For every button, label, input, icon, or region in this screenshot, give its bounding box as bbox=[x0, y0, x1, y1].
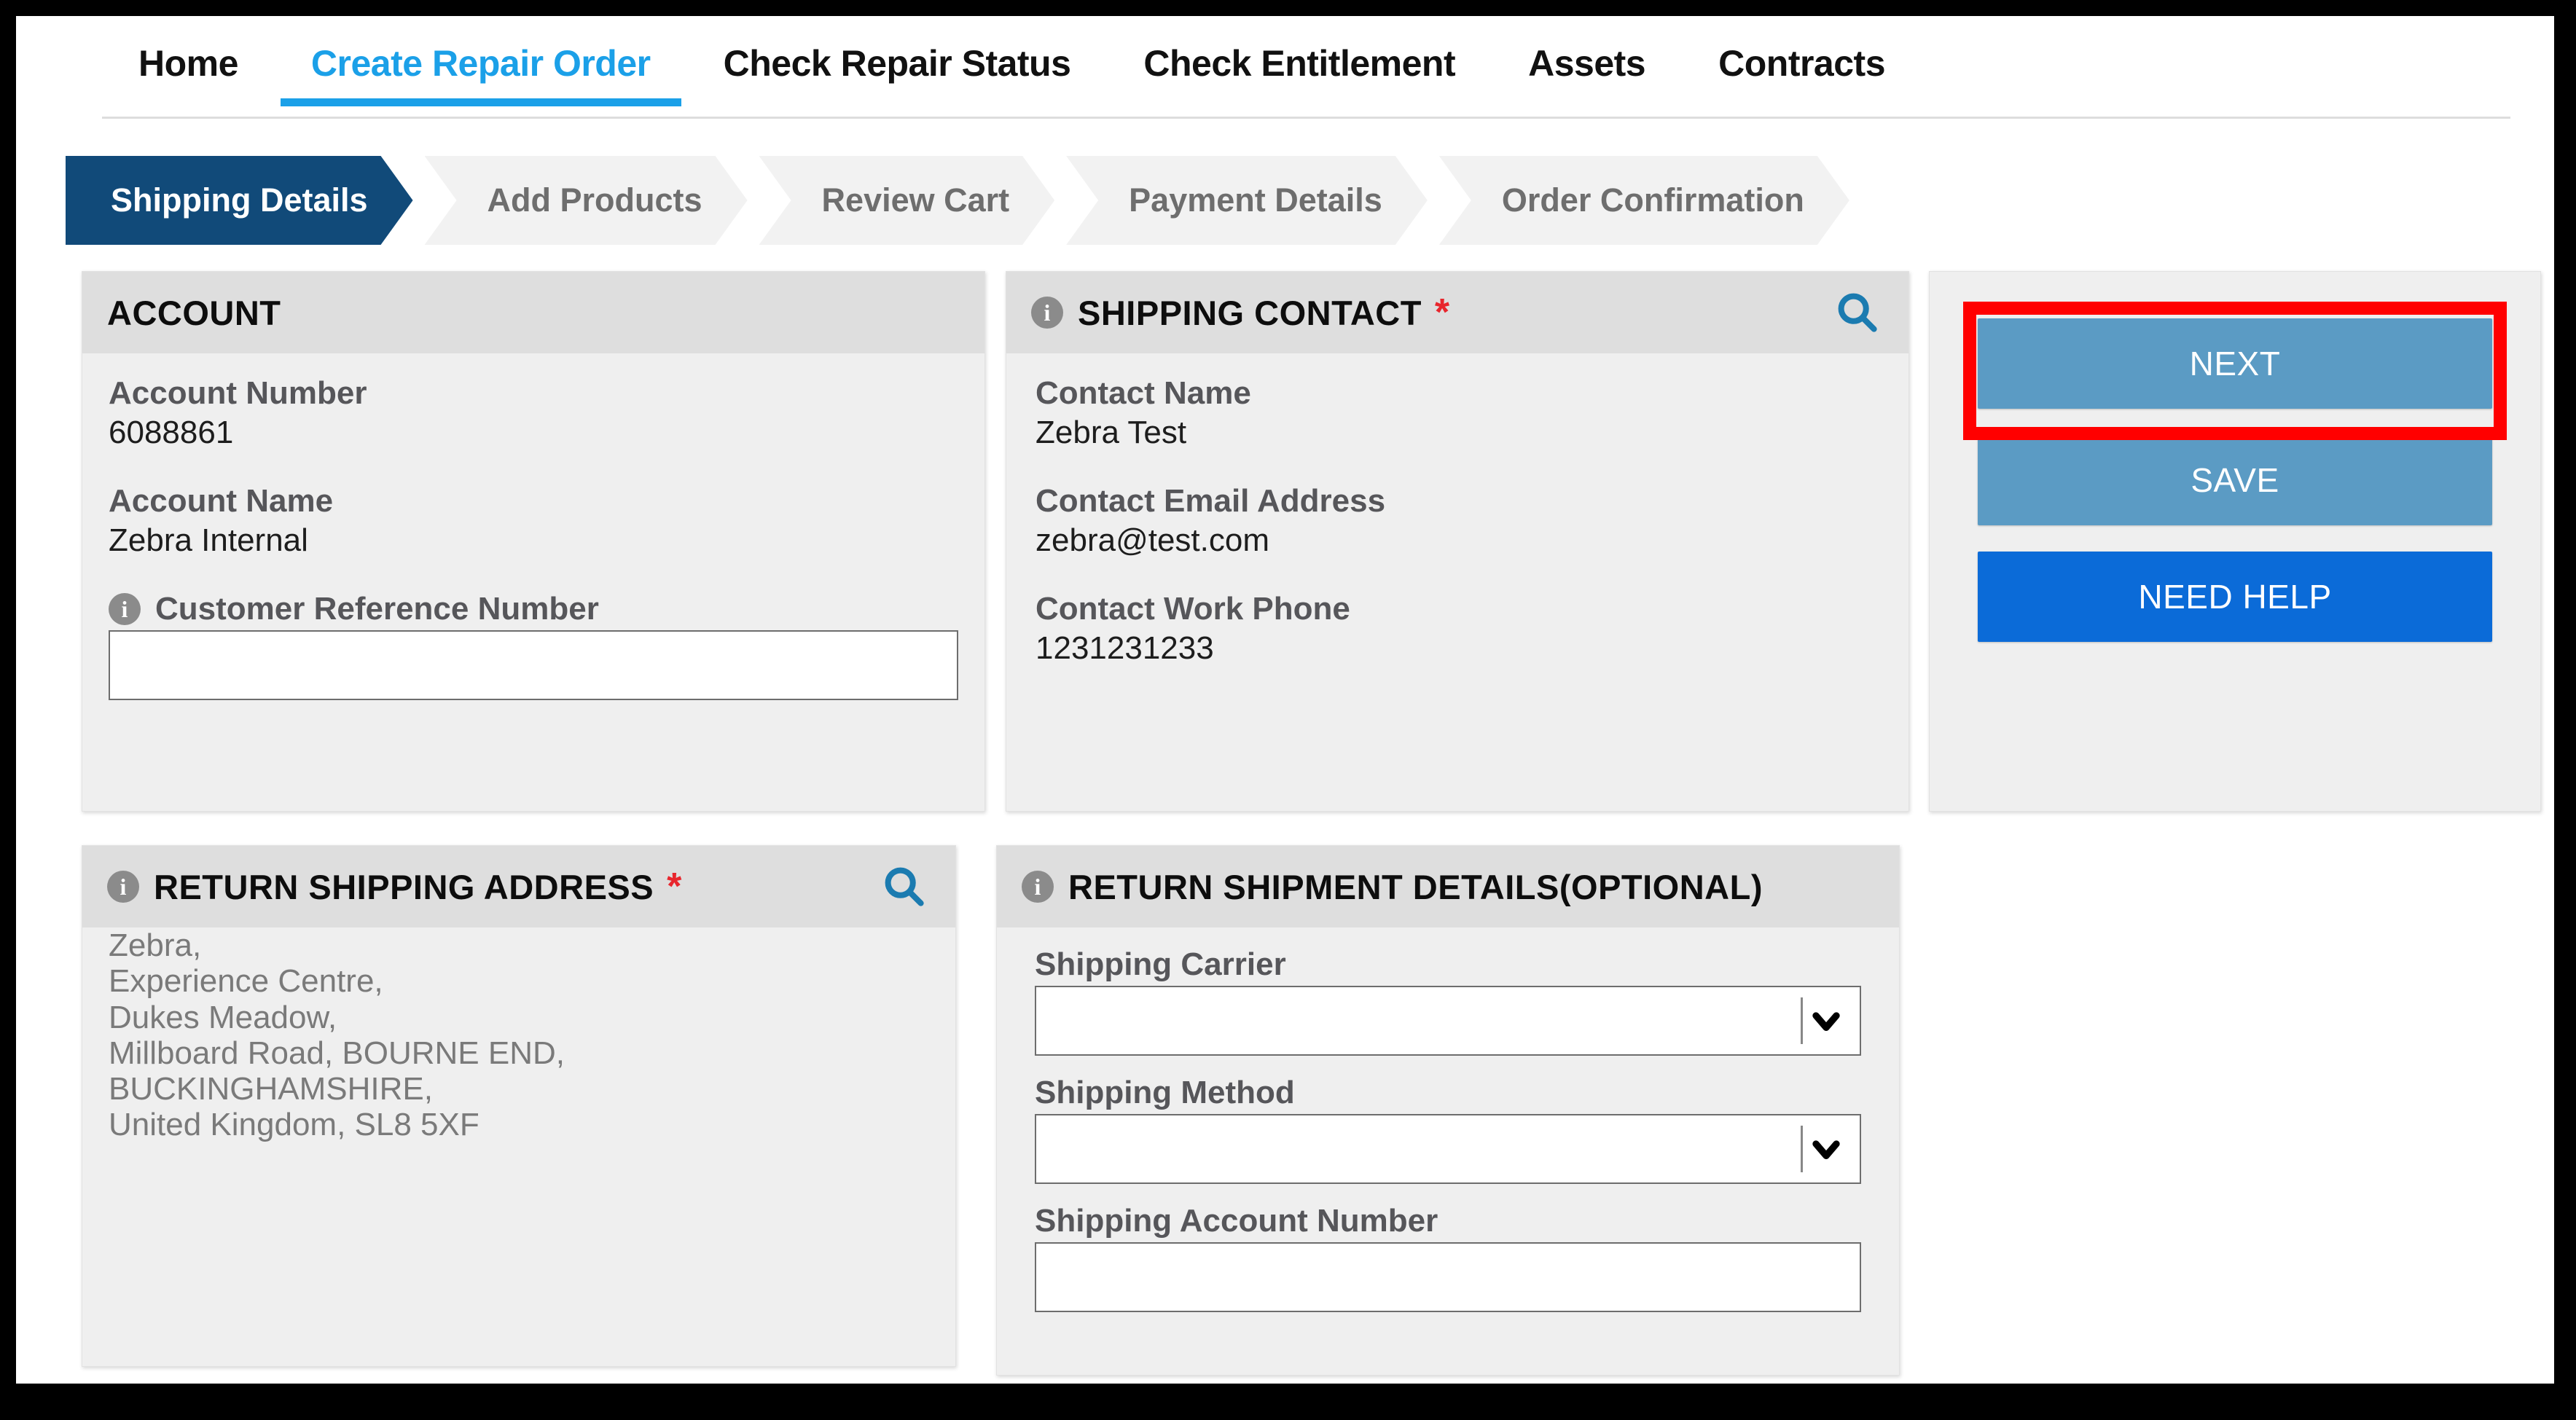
address-line: Zebra, bbox=[109, 927, 202, 963]
checkout-step-breadcrumb: Shipping Details Add Products Review Car… bbox=[66, 156, 1861, 245]
need-help-button[interactable]: NEED HELP bbox=[1978, 552, 2492, 642]
required-marker: * bbox=[667, 866, 682, 908]
account-card-title: ACCOUNT bbox=[107, 293, 281, 332]
shipping-details-form: ACCOUNT Account Number 6088861 Account N… bbox=[16, 256, 2554, 1384]
nav-divider bbox=[102, 117, 2510, 119]
shipping-account-number-label: Shipping Account Number bbox=[1035, 1203, 1438, 1239]
info-icon[interactable]: i bbox=[107, 871, 139, 903]
info-icon[interactable]: i bbox=[1031, 297, 1063, 329]
account-name-label: Account Name bbox=[109, 483, 334, 519]
shipping-contact-card-header: i SHIPPING CONTACT * bbox=[1006, 272, 1908, 353]
contact-work-phone-label: Contact Work Phone bbox=[1036, 591, 1350, 627]
select-divider bbox=[1801, 997, 1803, 1044]
save-button[interactable]: SAVE bbox=[1978, 435, 2492, 525]
address-line: Experience Centre, bbox=[109, 963, 383, 1000]
return-shipment-details-card-header: i RETURN SHIPMENT DETAILS(OPTIONAL) bbox=[997, 846, 1899, 927]
nav-item-assets[interactable]: Assets bbox=[1492, 16, 1682, 106]
account-number-label: Account Number bbox=[109, 375, 367, 411]
action-panel: NEXT SAVE NEED HELP bbox=[1929, 271, 2541, 812]
shipping-account-number-input[interactable] bbox=[1035, 1242, 1861, 1312]
contact-email-value: zebra@test.com bbox=[1036, 522, 1269, 558]
nav-item-contracts[interactable]: Contracts bbox=[1682, 16, 1922, 106]
account-card: ACCOUNT Account Number 6088861 Account N… bbox=[82, 271, 985, 812]
address-line: BUCKINGHAMSHIRE, bbox=[109, 1071, 433, 1107]
return-shipment-details-card: i RETURN SHIPMENT DETAILS(OPTIONAL) Ship… bbox=[996, 845, 1900, 1376]
return-shipment-details-body: Shipping Carrier Shipping Method Shippin… bbox=[997, 927, 1899, 1312]
nav-item-check-repair-status[interactable]: Check Repair Status bbox=[687, 16, 1108, 106]
step-shipping-details[interactable]: Shipping Details bbox=[66, 156, 413, 245]
chevron-down-icon[interactable] bbox=[1806, 1000, 1847, 1041]
nav-item-create-repair-order[interactable]: Create Repair Order bbox=[275, 16, 687, 106]
required-marker: * bbox=[1434, 291, 1450, 334]
step-payment-details[interactable]: Payment Details bbox=[1066, 156, 1428, 245]
address-line: Millboard Road, BOURNE END, bbox=[109, 1035, 565, 1071]
customer-reference-number-label-text: Customer Reference Number bbox=[155, 591, 599, 627]
return-shipping-address-card-header: i RETURN SHIPPING ADDRESS * bbox=[82, 846, 955, 927]
info-icon[interactable]: i bbox=[1022, 871, 1054, 903]
customer-reference-number-label: i Customer Reference Number bbox=[109, 591, 958, 627]
customer-reference-number-input[interactable] bbox=[109, 630, 958, 700]
shipping-contact-card-body: Contact Name Zebra Test Contact Email Ad… bbox=[1006, 353, 1908, 689]
info-icon[interactable]: i bbox=[109, 593, 141, 625]
application-window: Home Create Repair Order Check Repair St… bbox=[16, 16, 2554, 1384]
nav-item-check-entitlement[interactable]: Check Entitlement bbox=[1107, 16, 1492, 106]
action-panel-body: NEXT SAVE NEED HELP bbox=[1930, 272, 2540, 642]
return-shipping-address-body: Zebra, Experience Centre, Dukes Meadow, … bbox=[82, 927, 955, 1143]
contact-work-phone-value: 1231231233 bbox=[1036, 630, 1214, 666]
return-shipping-address-card-title: RETURN SHIPPING ADDRESS bbox=[154, 867, 654, 906]
select-divider bbox=[1801, 1126, 1803, 1172]
chevron-down-icon[interactable] bbox=[1806, 1129, 1847, 1169]
nav-item-home[interactable]: Home bbox=[102, 16, 275, 106]
account-name-value: Zebra Internal bbox=[109, 522, 308, 558]
shipping-carrier-label: Shipping Carrier bbox=[1035, 946, 1286, 982]
contact-name-value: Zebra Test bbox=[1036, 415, 1187, 450]
shipping-contact-card: i SHIPPING CONTACT * Contact Name Zebra … bbox=[1006, 271, 1909, 812]
contact-name-label: Contact Name bbox=[1036, 375, 1251, 411]
step-order-confirmation[interactable]: Order Confirmation bbox=[1439, 156, 1849, 245]
step-review-cart[interactable]: Review Cart bbox=[759, 156, 1055, 245]
address-line: United Kingdom, SL8 5XF bbox=[109, 1107, 479, 1143]
step-add-products[interactable]: Add Products bbox=[425, 156, 748, 245]
shipping-contact-card-title: SHIPPING CONTACT bbox=[1078, 293, 1422, 332]
account-number-value: 6088861 bbox=[109, 415, 234, 450]
shipping-method-label: Shipping Method bbox=[1035, 1075, 1295, 1110]
next-button[interactable]: NEXT bbox=[1978, 318, 2492, 409]
return-shipping-address-card: i RETURN SHIPPING ADDRESS * Zebra, Exper… bbox=[82, 845, 956, 1367]
shipping-method-select[interactable] bbox=[1035, 1114, 1861, 1184]
search-icon[interactable] bbox=[1834, 289, 1881, 336]
return-shipment-details-card-title: RETURN SHIPMENT DETAILS(OPTIONAL) bbox=[1068, 867, 1763, 906]
address-line: Dukes Meadow, bbox=[109, 999, 337, 1035]
shipping-carrier-select[interactable] bbox=[1035, 986, 1861, 1056]
search-icon[interactable] bbox=[881, 863, 928, 910]
contact-email-label: Contact Email Address bbox=[1036, 483, 1386, 519]
account-card-header: ACCOUNT bbox=[82, 272, 984, 353]
account-card-body: Account Number 6088861 Account Name Zebr… bbox=[82, 353, 984, 722]
main-navigation: Home Create Repair Order Check Repair St… bbox=[16, 16, 2554, 125]
